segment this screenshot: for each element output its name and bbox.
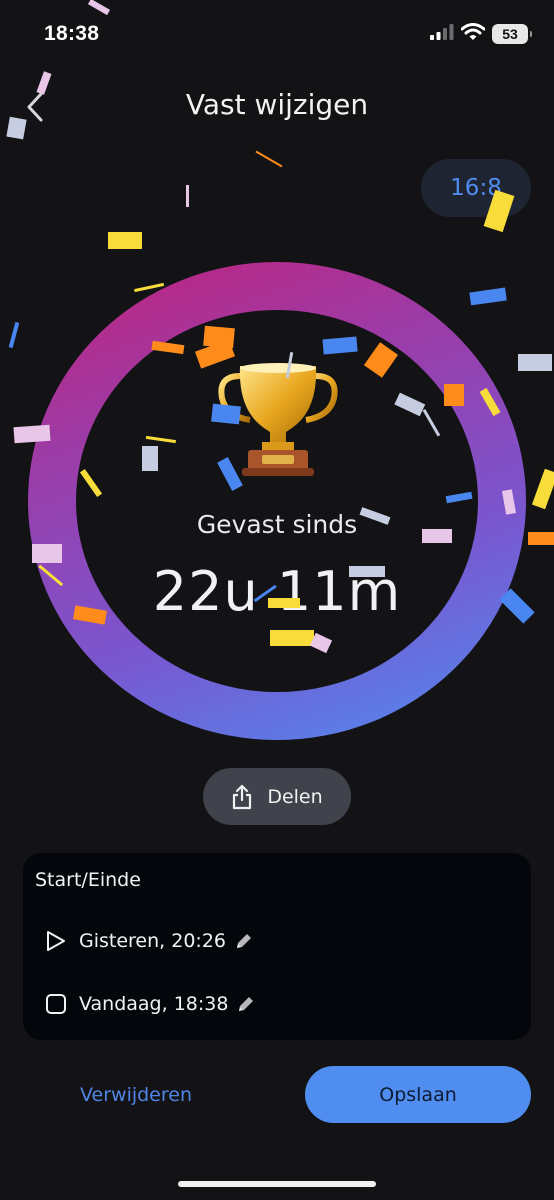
end-time-row[interactable]: Vandaag, 18:38 bbox=[45, 989, 256, 1019]
fasting-duration: 22u 11m bbox=[152, 560, 402, 623]
fasting-plan-label: 16:8 bbox=[450, 175, 502, 201]
end-time-value: Vandaag, 18:38 bbox=[79, 993, 229, 1015]
battery-icon: 53 bbox=[492, 24, 532, 44]
share-button[interactable]: Delen bbox=[203, 768, 351, 825]
wifi-icon bbox=[460, 23, 486, 45]
start-time-value: Gisteren, 20:26 bbox=[79, 930, 226, 952]
status-icons: 53 bbox=[430, 22, 532, 46]
trophy-icon bbox=[218, 363, 338, 476]
fasting-plan-badge[interactable]: 16:8 bbox=[421, 159, 531, 217]
share-icon bbox=[233, 784, 252, 809]
pencil-icon[interactable] bbox=[234, 931, 254, 951]
delete-button[interactable]: Verwijderen bbox=[58, 1072, 214, 1118]
share-label: Delen bbox=[267, 785, 323, 808]
fasting-progress-ring: Gevast sinds 22u 11m bbox=[28, 262, 526, 740]
start-time-row[interactable]: Gisteren, 20:26 bbox=[45, 926, 254, 956]
start-end-title: Start/Einde bbox=[35, 869, 141, 891]
pencil-icon[interactable] bbox=[236, 994, 256, 1014]
play-icon bbox=[47, 931, 65, 951]
status-bar: 18:38 53 bbox=[0, 0, 554, 70]
save-button[interactable]: Opslaan bbox=[305, 1066, 531, 1123]
battery-level: 53 bbox=[502, 26, 518, 42]
status-time: 18:38 bbox=[44, 22, 100, 45]
stop-icon bbox=[46, 994, 66, 1014]
home-indicator bbox=[178, 1181, 376, 1187]
cellular-signal-icon bbox=[430, 24, 454, 44]
fasting-since-label: Gevast sinds bbox=[196, 510, 358, 539]
page-title: Vast wijzigen bbox=[185, 88, 369, 121]
start-end-card: Start/Einde Gisteren, 20:26 Vandaag, 18:… bbox=[23, 853, 531, 1040]
